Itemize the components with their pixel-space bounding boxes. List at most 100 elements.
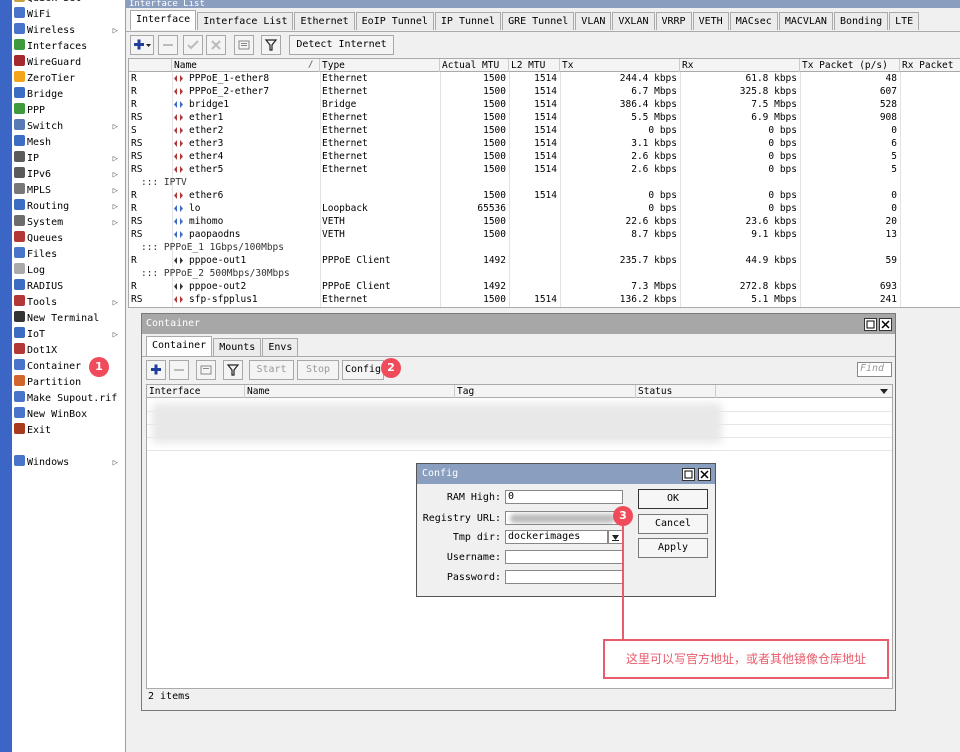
sidebar-item-interfaces[interactable]: Interfaces <box>14 39 122 55</box>
tab-ip-tunnel[interactable]: IP Tunnel <box>434 12 502 30</box>
tab-lte[interactable]: LTE <box>889 12 920 30</box>
container-comment-button[interactable] <box>196 360 216 380</box>
sidebar-item-wireless[interactable]: Wireless ▷ <box>14 23 122 39</box>
sidebar-item-system[interactable]: System ▷ <box>14 215 122 231</box>
header-type[interactable]: Type <box>320 59 440 72</box>
enable-button[interactable] <box>183 35 203 55</box>
tab-gre-tunnel[interactable]: GRE Tunnel <box>502 12 575 30</box>
table-row[interactable]: Sether2 Ethernet 1500 1514 0 bps 0 bps 0 <box>129 124 960 137</box>
header-name[interactable]: Name <box>245 385 455 398</box>
sidebar-item-routing[interactable]: Routing ▷ <box>14 199 122 215</box>
tab-veth[interactable]: VETH <box>692 12 729 30</box>
header-tag[interactable]: Tag <box>455 385 636 398</box>
sidebar-item-mesh[interactable]: Mesh <box>14 135 122 151</box>
tab-container[interactable]: Container <box>146 336 213 356</box>
header-name[interactable]: Name <box>172 59 320 72</box>
tab-macvlan[interactable]: MACVLAN <box>778 12 833 30</box>
sidebar-item-queues[interactable]: Queues <box>14 231 122 247</box>
registry-url-input[interactable] <box>505 511 623 525</box>
tab-bonding[interactable]: Bonding <box>833 12 889 30</box>
sidebar-item-wifi[interactable]: WiFi <box>14 7 122 23</box>
table-row[interactable]: RS ether5 Ethernet 1500 1514 2.6 kbps 0 bps 5 <box>129 163 960 176</box>
config-close-button[interactable] <box>698 468 711 481</box>
disable-button[interactable] <box>206 35 226 55</box>
sidebar-item-ipv6[interactable]: IPv6 ▷ <box>14 167 122 183</box>
table-row[interactable]: RS ether4 Ethernet 1500 1514 2.6 kbps 0 bps 5 <box>129 150 960 163</box>
sidebar-item-dot1x[interactable]: Dot1X <box>14 343 122 359</box>
sidebar-item-wireguard[interactable]: WireGuard <box>14 55 122 71</box>
tab-interface-list[interactable]: Interface List <box>197 12 294 30</box>
table-row[interactable]: RS ether3 Ethernet 1500 1514 3.1 kbps 0 bps 6 <box>129 137 960 150</box>
container-remove-button[interactable] <box>169 360 189 380</box>
tab-envs[interactable]: Envs <box>262 338 299 356</box>
cancel-button[interactable]: Cancel <box>638 514 708 534</box>
stop-button[interactable]: Stop <box>297 360 339 380</box>
close-button[interactable] <box>879 318 892 331</box>
header-tx[interactable]: Tx <box>560 59 680 72</box>
table-row[interactable]: RS paopaodns VETH 1500 8.7 kbps 9.1 kbps 13 <box>129 228 960 241</box>
tab-vlan[interactable]: VLAN <box>575 12 612 30</box>
comment-button[interactable] <box>234 35 254 55</box>
ram-high-input[interactable]: 0 <box>505 490 623 504</box>
sidebar-item-tools[interactable]: Tools ▷ <box>14 295 122 311</box>
tab-vrrp[interactable]: VRRP <box>655 12 692 30</box>
start-button[interactable]: Start <box>249 360 294 380</box>
sidebar-item-switch[interactable]: Switch ▷ <box>14 119 122 135</box>
table-row[interactable]: Rbridge1 Bridge 1500 1514 386.4 kbps 7.5 Mbps… <box>129 98 960 111</box>
table-row[interactable]: R PPPoE_2-ether7 Ethernet 1500 1514 6.7 Mbps 3… <box>129 85 960 98</box>
sidebar-item-new-terminal[interactable]: New Terminal <box>14 311 122 327</box>
table-row[interactable]: Rether6 1500 1514 0 bps 0 bps 0 <box>129 189 960 202</box>
header-l2-mtu[interactable]: L2 MTU <box>509 59 560 72</box>
tmp-dir-input[interactable]: dockerimages <box>505 530 608 544</box>
maximize-button[interactable] <box>864 318 877 331</box>
table-row[interactable]: Rpppoe-out1 PPPoE Client 1492 235.7 kbps 44.… <box>129 254 960 267</box>
tab-eoip-tunnel[interactable]: EoIP Tunnel <box>355 12 434 30</box>
add-button[interactable] <box>130 35 154 55</box>
sidebar-item-windows[interactable]: Windows ▷ <box>14 455 122 471</box>
header-interface[interactable]: Interface <box>147 385 245 398</box>
sidebar-item-new-winbox[interactable]: New WinBox <box>14 407 122 423</box>
sidebar-item-bridge[interactable]: Bridge <box>14 87 122 103</box>
sidebar-item-quick-set[interactable]: Quick Set <box>14 0 122 7</box>
header-tx-packet[interactable]: Tx Packet (p/s) <box>800 59 900 72</box>
sidebar-item-log[interactable]: Log <box>14 263 122 279</box>
ok-button[interactable]: OK <box>638 489 708 509</box>
filter-button[interactable] <box>261 35 281 55</box>
config-maximize-button[interactable] <box>682 468 695 481</box>
header-rx[interactable]: Rx <box>680 59 800 72</box>
container-filter-button[interactable] <box>223 360 243 380</box>
tab-interface[interactable]: Interface <box>130 10 197 30</box>
tmp-dir-dropdown[interactable] <box>608 530 623 544</box>
password-input[interactable] <box>505 570 623 584</box>
sidebar-item-files[interactable]: Files <box>14 247 122 263</box>
config-button[interactable]: Config <box>342 360 384 380</box>
apply-button[interactable]: Apply <box>638 538 708 558</box>
sidebar-item-ppp[interactable]: PPP <box>14 103 122 119</box>
header-rx-packet[interactable]: Rx Packet <box>900 59 960 72</box>
sidebar-item-make-supout-rif[interactable]: Make Supout.rif <box>14 391 122 407</box>
header-flags[interactable] <box>129 59 172 72</box>
table-row[interactable]: RS mihomo VETH 1500 22.6 kbps 23.6 kbps 20 <box>129 215 960 228</box>
sidebar-item-partition[interactable]: Partition <box>14 375 122 391</box>
tab-mounts[interactable]: Mounts <box>213 338 262 356</box>
username-input[interactable] <box>505 550 623 564</box>
table-row[interactable]: RS sfp-sfpplus1 Ethernet 1500 1514 136.2 kbps… <box>129 293 960 306</box>
sidebar-item-mpls[interactable]: MPLS ▷ <box>14 183 122 199</box>
table-row[interactable]: R PPPoE_1-ether8 Ethernet 1500 1514 244.4 kbp… <box>129 72 960 85</box>
container-add-button[interactable] <box>146 360 166 380</box>
header-actual-mtu[interactable]: Actual MTU <box>440 59 509 72</box>
sidebar-item-iot[interactable]: IoT ▷ <box>14 327 122 343</box>
table-row[interactable]: Rlo Loopback 65536 0 bps 0 bps 0 <box>129 202 960 215</box>
find-input[interactable]: Find <box>857 362 892 377</box>
sidebar-item-ip[interactable]: IP ▷ <box>14 151 122 167</box>
sidebar-item-zerotier[interactable]: ZeroTier <box>14 71 122 87</box>
header-status[interactable]: Status <box>636 385 716 398</box>
tab-ethernet[interactable]: Ethernet <box>294 12 355 30</box>
remove-button[interactable] <box>158 35 178 55</box>
table-row[interactable]: Rpppoe-out2 PPPoE Client 1492 7.3 Mbps 272.8… <box>129 280 960 293</box>
column-menu-icon[interactable] <box>879 387 889 399</box>
table-row[interactable]: RS ether1 Ethernet 1500 1514 5.5 Mbps 6.9 Mbps… <box>129 111 960 124</box>
tab-vxlan[interactable]: VXLAN <box>612 12 655 30</box>
tab-macsec[interactable]: MACsec <box>729 12 778 30</box>
sidebar-item-exit[interactable]: Exit <box>14 423 122 439</box>
